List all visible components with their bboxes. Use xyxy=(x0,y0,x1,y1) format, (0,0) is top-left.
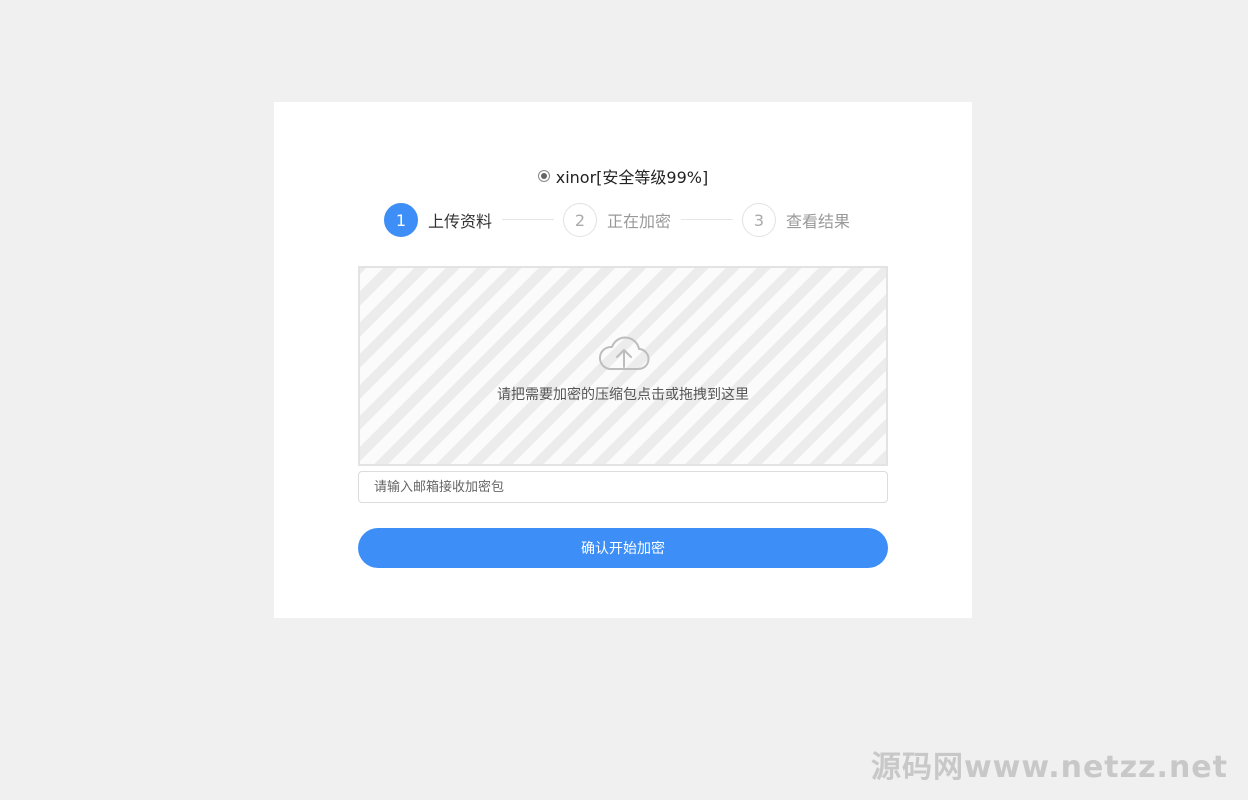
encrypt-card: xinor[安全等级99%] 1 上传资料 2 正在加密 3 查看结果 请把需要… xyxy=(274,102,972,618)
step-connector xyxy=(502,219,554,220)
step-encrypting: 2 正在加密 xyxy=(563,202,671,238)
step-upload: 1 上传资料 xyxy=(384,202,492,238)
cloud-upload-icon xyxy=(598,336,650,371)
step-label-result: 查看结果 xyxy=(786,212,851,231)
step-number-1: 1 xyxy=(384,203,418,237)
step-label-encrypting: 正在加密 xyxy=(607,212,672,231)
step-result: 3 查看结果 xyxy=(742,202,850,238)
watermark: 源码网www.netzz.net xyxy=(870,750,1228,785)
algorithm-option-label: xinor[安全等级99%] xyxy=(555,168,709,187)
radio-selected-icon[interactable] xyxy=(537,170,550,182)
confirm-encrypt-button[interactable]: 确认开始加密 xyxy=(358,528,888,568)
step-connector xyxy=(681,219,733,220)
dropzone-text: 请把需要加密的压缩包点击或拖拽到这里 xyxy=(497,387,749,403)
file-dropzone[interactable]: 请把需要加密的压缩包点击或拖拽到这里 xyxy=(358,266,888,466)
step-label-upload: 上传资料 xyxy=(428,212,493,231)
email-input[interactable] xyxy=(358,471,888,503)
progress-steps: 1 上传资料 2 正在加密 3 查看结果 xyxy=(384,202,864,238)
algorithm-option[interactable]: xinor[安全等级99%] xyxy=(274,168,972,188)
step-number-3: 3 xyxy=(742,203,776,237)
step-number-2: 2 xyxy=(563,203,597,237)
